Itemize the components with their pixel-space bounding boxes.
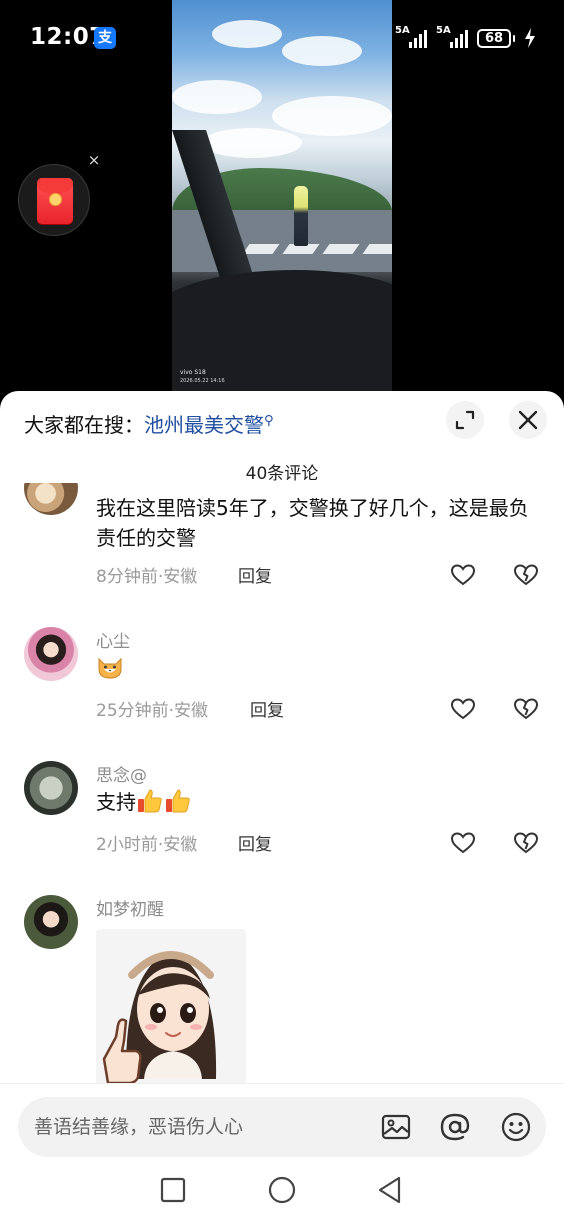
comment-text: 支持 <box>96 787 546 817</box>
trending-search-prefix: 大家都在搜： <box>24 413 144 437</box>
comment-text: 我在这里陪读5年了，交警换了好几个，这是最负责任的交警 <box>96 496 529 550</box>
dislike-broken-heart-icon[interactable] <box>513 563 539 587</box>
trending-search[interactable]: 大家都在搜：池州最美交警⚲ <box>24 409 274 438</box>
reply-button[interactable]: 回复 <box>250 696 284 721</box>
traffic-officer <box>294 186 308 246</box>
dislike-broken-heart-icon[interactable] <box>513 697 539 721</box>
recents-square-icon[interactable] <box>153 1170 193 1210</box>
comment-meta: 2小时前·安徽 <box>96 835 198 855</box>
like-heart-icon[interactable] <box>450 697 476 721</box>
comment-username[interactable]: 心尘 <box>96 627 130 652</box>
avatar[interactable] <box>24 483 78 515</box>
signal-icon-sim2: 5A <box>436 25 468 49</box>
comment-meta: 8分钟前·安徽 <box>96 567 198 587</box>
alipay-icon: 支 <box>94 27 116 49</box>
red-packet-icon <box>37 178 73 224</box>
system-nav-bar <box>0 1158 564 1222</box>
signal-icon-sim1: 5A <box>395 25 427 49</box>
like-heart-icon[interactable] <box>450 563 476 587</box>
avatar[interactable] <box>24 895 78 949</box>
comment-username[interactable]: 思念@ <box>96 761 147 786</box>
comment-username[interactable]: 如梦初醒 <box>96 895 164 920</box>
battery-icon: 68 <box>477 28 515 48</box>
video-player[interactable]: vivo S18 2026.05.22 14:16 <box>172 0 392 392</box>
comment-input-bar <box>0 1083 564 1157</box>
charging-bolt-icon <box>525 28 535 48</box>
trending-search-term[interactable]: 池州最美交警 <box>144 413 264 437</box>
comment-input-pill[interactable] <box>18 1097 546 1157</box>
search-icon: ⚲ <box>264 413 274 429</box>
home-circle-icon[interactable] <box>262 1170 302 1210</box>
battery-level: 68 <box>477 28 511 48</box>
dislike-broken-heart-icon[interactable] <box>513 831 539 855</box>
comment-list[interactable]: 我在这里陪读5年了，交警换了好几个，这是最负责任的交警 8分钟前·安徽 回复 心… <box>0 483 564 1083</box>
image-icon[interactable] <box>380 1111 412 1143</box>
video-watermark-brand: vivo S18 <box>180 369 206 376</box>
expand-icon <box>455 410 475 430</box>
avatar[interactable] <box>24 627 78 681</box>
cat-face-emoji-icon <box>98 657 122 679</box>
close-icon <box>518 410 538 430</box>
expand-button[interactable] <box>446 401 484 439</box>
video-watermark-date: 2026.05.22 14:16 <box>180 378 225 384</box>
avatar[interactable] <box>24 761 78 815</box>
comment-input[interactable] <box>34 1097 364 1157</box>
red-packet-close-icon[interactable]: × <box>87 153 101 168</box>
thumbs-up-emoji-icon <box>138 789 162 813</box>
back-triangle-icon[interactable] <box>370 1170 410 1210</box>
reply-button[interactable]: 回复 <box>238 562 272 587</box>
at-mention-icon[interactable] <box>439 1111 471 1143</box>
signal-label-sim2: 5A <box>436 25 451 36</box>
red-packet-float-button[interactable] <box>18 164 90 236</box>
thumbs-up-emoji-icon <box>166 789 190 813</box>
reply-button[interactable]: 回复 <box>238 830 272 855</box>
comment-sheet: 大家都在搜：池州最美交警⚲ 40条评论 我在这里陪读5年了，交警换了好几个，这是… <box>0 391 564 1222</box>
like-heart-icon[interactable] <box>450 831 476 855</box>
close-button[interactable] <box>509 401 547 439</box>
comment-count: 40条评论 <box>245 464 319 484</box>
emoji-icon[interactable] <box>500 1111 532 1143</box>
cartoon-girl-thumbs-up-sticker <box>102 951 217 1083</box>
comment-text-content: 支持 <box>96 790 136 814</box>
signal-label-sim1: 5A <box>395 25 410 36</box>
comment-image[interactable] <box>96 929 246 1083</box>
comment-text <box>96 653 546 683</box>
comment-meta: 25分钟前·安徽 <box>96 701 209 721</box>
